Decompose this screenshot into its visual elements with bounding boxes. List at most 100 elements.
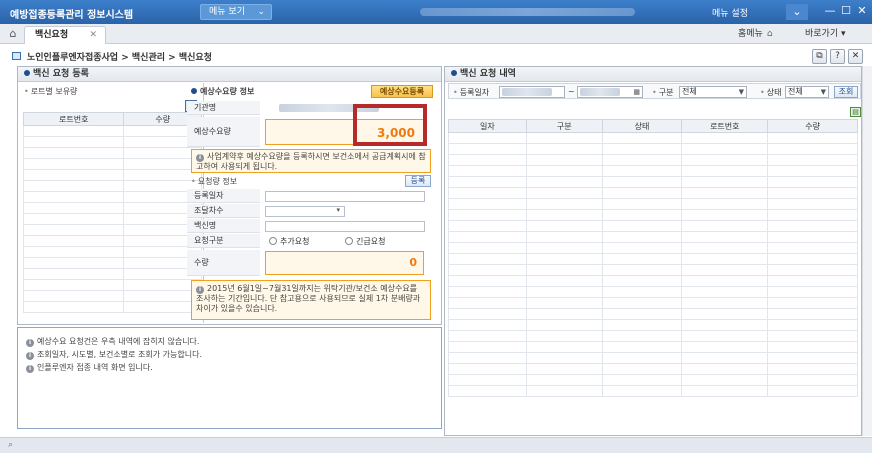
status-select[interactable]: 전체 ▼ <box>785 86 829 98</box>
table-row[interactable] <box>22 213 202 225</box>
radio-add-request[interactable]: 추가요청 <box>269 236 309 247</box>
procure-round-select[interactable]: ▾ <box>265 206 345 217</box>
table-row[interactable] <box>448 231 858 243</box>
range-separator: ~ <box>568 87 575 96</box>
table-row[interactable] <box>22 235 202 247</box>
table-row[interactable] <box>448 363 858 375</box>
lot-section-title: • 로트별 보유량 <box>24 87 78 96</box>
window-dropdown[interactable]: ⌄ <box>786 4 808 20</box>
tab-vaccine-request[interactable]: 백신요청 ✕ <box>24 26 106 44</box>
table-row[interactable] <box>448 308 858 320</box>
vertical-scrollbar[interactable] <box>862 66 872 436</box>
close-icon[interactable]: ✕ <box>854 3 870 20</box>
status-bar: ⌕ <box>0 437 872 453</box>
info-icon: i <box>26 352 34 360</box>
table-row[interactable] <box>448 198 858 210</box>
info-icon: i <box>196 154 204 162</box>
notice-item: i 인플루엔자 접종 내역 화면 입니다. <box>26 362 153 373</box>
table-row[interactable] <box>22 191 202 203</box>
table-row[interactable] <box>448 187 858 199</box>
panel-title: 백신 요청 내역 <box>445 67 861 82</box>
table-row[interactable] <box>448 209 858 221</box>
reg-date-label: • 등록일자 <box>453 88 490 97</box>
breadcrumb: 노인인플루엔자접종사업 > 백신관리 > 백신요청 <box>27 53 212 63</box>
procure-row: 조달차수 ▾ <box>187 204 442 218</box>
excel-icon[interactable]: ▤ <box>850 107 861 117</box>
table-row[interactable] <box>22 290 202 302</box>
popup-icon[interactable]: ⧉ <box>812 49 827 64</box>
search-button[interactable]: 조회 <box>834 86 858 98</box>
shortcut-dropdown[interactable]: 바로가기 ▾ <box>805 27 846 41</box>
table-row[interactable] <box>22 268 202 280</box>
table-row[interactable] <box>22 136 202 148</box>
table-row[interactable] <box>448 330 858 342</box>
chevron-down-icon: ▾ <box>336 206 340 214</box>
radio-urgent-request[interactable]: 긴급요청 <box>345 236 385 247</box>
info-icon: i <box>26 365 34 373</box>
table-row[interactable] <box>448 242 858 254</box>
table-row[interactable] <box>448 341 858 353</box>
table-row[interactable] <box>448 165 858 177</box>
table-row[interactable] <box>448 253 858 265</box>
table-row[interactable] <box>448 220 858 232</box>
panel-title: 백신 요청 등록 <box>18 67 441 82</box>
end-date-input[interactable]: ▦ <box>577 86 643 98</box>
table-row[interactable] <box>448 132 858 144</box>
menu-settings-label[interactable]: 메뉴 설정 <box>712 6 748 19</box>
breadcrumb-row: 노인인플루엔자접종사업 > 백신관리 > 백신요청 ⧉ ? ✕ <box>0 46 872 66</box>
table-row[interactable] <box>22 279 202 291</box>
table-row[interactable] <box>22 202 202 214</box>
shortcut-label: 바로가기 <box>805 29 839 39</box>
app-title: 예방접종등록관리 정보시스템 <box>10 10 134 21</box>
table-row[interactable] <box>22 301 202 313</box>
table-row[interactable] <box>448 176 858 188</box>
start-date-input[interactable] <box>499 86 565 98</box>
table-row[interactable] <box>22 125 202 137</box>
column-header: 일자 <box>448 119 527 133</box>
quantity-input[interactable]: 0 <box>265 251 424 275</box>
help-icon[interactable]: ? <box>830 49 845 64</box>
table-row[interactable] <box>448 154 858 166</box>
vaccine-name-field[interactable] <box>265 221 425 232</box>
page-icon <box>12 52 21 60</box>
maximize-icon[interactable]: ☐ <box>838 3 854 20</box>
reg-date-row: 등록일자 <box>187 189 442 203</box>
table-row[interactable] <box>22 169 202 181</box>
table-row[interactable] <box>22 147 202 159</box>
table-row[interactable] <box>448 264 858 276</box>
title-bar: 예방접종등록관리 정보시스템 메뉴 보기 ⌄ 메뉴 설정 ⌄ — ☐ ✕ <box>0 0 872 24</box>
table-row[interactable] <box>448 352 858 364</box>
field-label: 조달차수 <box>187 204 260 218</box>
reg-date-field[interactable] <box>265 191 425 202</box>
minimize-icon[interactable]: — <box>822 3 838 20</box>
close-page-icon[interactable]: ✕ <box>848 49 863 64</box>
request-type-row: 요청구분 추가요청 긴급요청 <box>187 234 442 248</box>
table-row[interactable] <box>448 275 858 287</box>
period-notice-text: 2015년 6월1일~7월31일까지는 위탁기관/보건소 예상수요를 조사하는 … <box>196 284 421 313</box>
lot-stock-section: •로트별 보유량 ↻ 로트번호 수량 <box>20 83 204 323</box>
table-row[interactable] <box>22 180 202 192</box>
address-blur <box>420 8 635 16</box>
calendar-icon[interactable]: ▦ <box>633 87 640 97</box>
type-select[interactable]: 전체 ▼ <box>679 86 747 98</box>
table-row[interactable] <box>22 246 202 258</box>
request-register-button[interactable]: 등록 <box>405 175 431 187</box>
table-row[interactable] <box>448 297 858 309</box>
field-label: 등록일자 <box>187 189 260 203</box>
home-menu-button[interactable]: 홈메뉴 ⌂ <box>738 27 773 41</box>
table-row[interactable] <box>448 286 858 298</box>
menu-view-dropdown[interactable]: 메뉴 보기 ⌄ <box>200 4 272 20</box>
table-row[interactable] <box>448 143 858 155</box>
table-row[interactable] <box>448 385 858 397</box>
table-row[interactable] <box>22 257 202 269</box>
demand-info-text: 사업계약후 예상수요량을 등록하시면 보건소에서 공급계획시에 참고하여 사용되… <box>196 152 426 171</box>
demand-label: 예상수요량 <box>187 117 260 147</box>
demand-register-button[interactable]: 예상수요등록 <box>371 85 433 98</box>
zoom-icon[interactable]: ⌕ <box>8 440 19 451</box>
table-row[interactable] <box>22 224 202 236</box>
home-icon[interactable]: ⌂ <box>6 27 20 41</box>
close-icon[interactable]: ✕ <box>89 27 97 43</box>
table-row[interactable] <box>22 158 202 170</box>
table-row[interactable] <box>448 374 858 386</box>
table-row[interactable] <box>448 319 858 331</box>
